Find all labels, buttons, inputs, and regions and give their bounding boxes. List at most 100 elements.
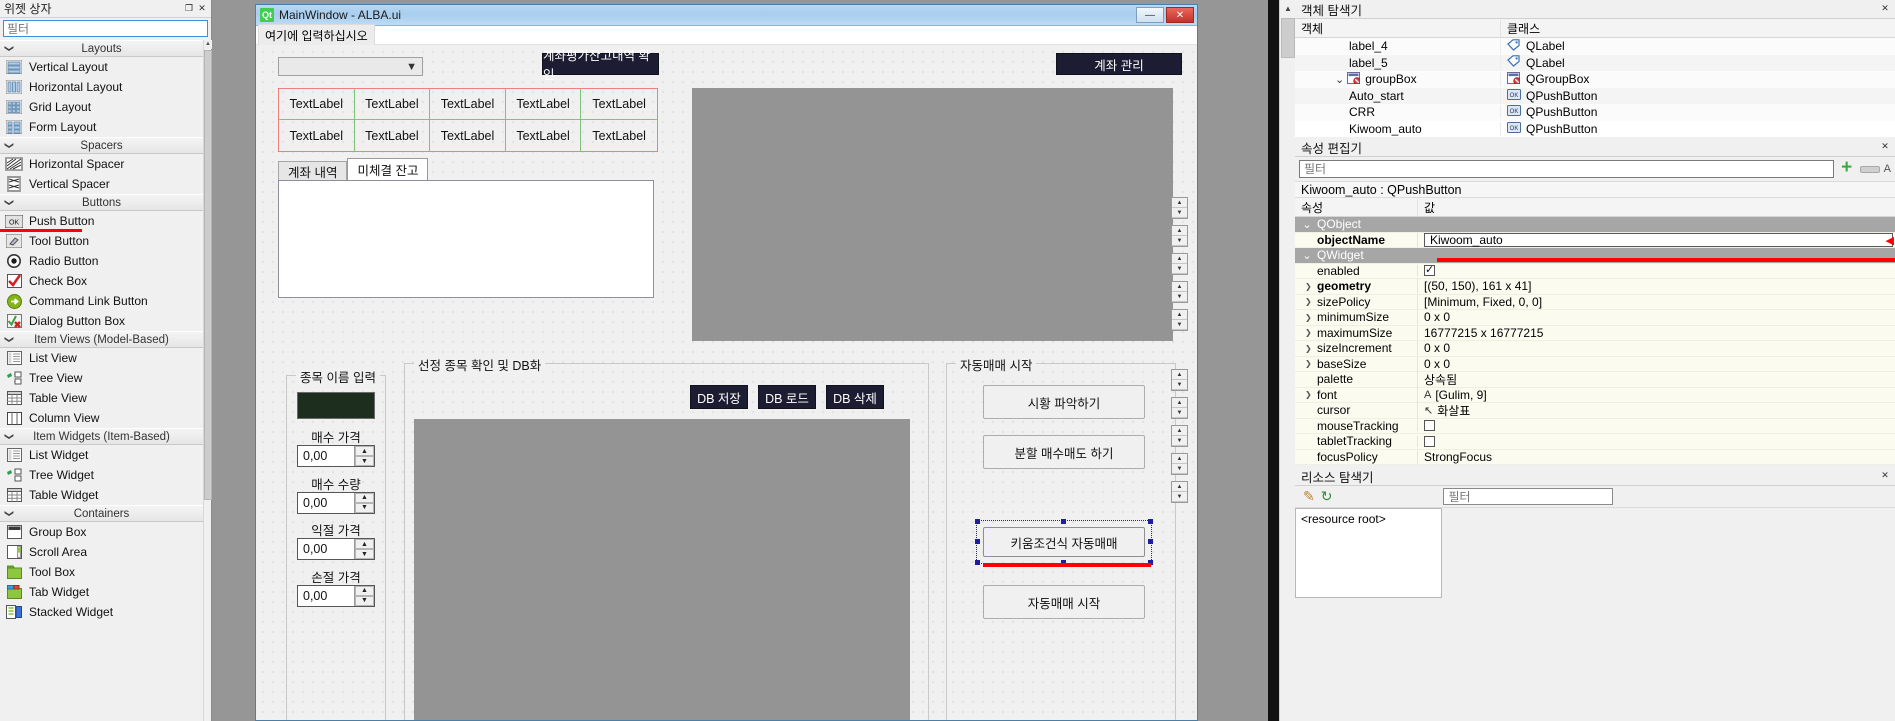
resource-root-item[interactable]: <resource root>: [1295, 508, 1442, 598]
account-manage-button[interactable]: 계좌 관리: [1056, 53, 1182, 75]
widget-box-item-scroll-area[interactable]: Scroll Area: [0, 542, 203, 562]
form-menu-bar[interactable]: 여기에 입력하십시오: [256, 23, 1197, 47]
mini-spinbox-3[interactable]: ▲ ▼: [1171, 253, 1188, 275]
stepper-down-icon[interactable]: ▼: [355, 549, 374, 559]
property-value-cell[interactable]: [Minimum, Fixed, 0, 0]: [1417, 294, 1895, 309]
spinbox-steppers[interactable]: ▲ ▼: [354, 446, 374, 466]
chevron-right-icon[interactable]: ❯: [1305, 344, 1315, 353]
stepper-down-icon[interactable]: ▼: [1172, 292, 1187, 302]
property-value-cell[interactable]: [1417, 263, 1895, 277]
property-row[interactable]: palette 상속됨: [1295, 370, 1895, 388]
stepper-up-icon[interactable]: ▲: [355, 492, 374, 503]
spinbox-steppers[interactable]: ▲ ▼: [354, 492, 374, 513]
stepper-up-icon[interactable]: ▲: [1172, 454, 1187, 464]
resize-handle-e[interactable]: [1148, 539, 1153, 544]
object-inspector-row[interactable]: label_5 QLabel: [1295, 54, 1895, 71]
stepper-up-icon[interactable]: ▲: [1172, 310, 1187, 320]
widget-box-list[interactable]: ❯ Layouts Vertical Layout Horizontal Layout…: [0, 40, 203, 721]
text-label[interactable]: TextLabel: [430, 89, 506, 120]
tab-1[interactable]: 계좌 내역: [278, 161, 348, 180]
object-inspector-row[interactable]: CRR OK QPushButton: [1295, 104, 1895, 121]
stepper-down-icon[interactable]: ▼: [1172, 208, 1187, 218]
spinbox-1[interactable]: 0,00 ▲ ▼: [297, 445, 375, 467]
stepper-down-icon[interactable]: ▼: [355, 595, 374, 606]
spinbox-2[interactable]: 0,00 ▲ ▼: [297, 491, 375, 514]
close-icon[interactable]: ✕: [1880, 142, 1890, 152]
widget-box-item-table-widget[interactable]: Table Widget: [0, 485, 203, 505]
stepper-up-icon[interactable]: ▲: [355, 539, 374, 549]
property-value-cell[interactable]: [(50, 150), 161 x 41]: [1417, 279, 1895, 294]
mini-spinbox-8[interactable]: ▲ ▼: [1171, 425, 1188, 447]
tab-2[interactable]: 미체결 잔고: [347, 158, 429, 180]
auto-start-button[interactable]: 자동매매 시작: [983, 585, 1145, 619]
stock-name-input[interactable]: [297, 392, 375, 419]
widget-box-item-group-box[interactable]: Group Box: [0, 522, 203, 542]
property-row[interactable]: ❯ geometry [(50, 150), 161 x 41]: [1295, 279, 1895, 295]
stepper-up-icon[interactable]: ▲: [1172, 198, 1187, 208]
stepper-up-icon[interactable]: ▲: [1172, 254, 1187, 264]
widget-box-item-horizontal-spacer[interactable]: Horizontal Spacer: [0, 154, 203, 174]
property-value-cell[interactable]: 0 x 0: [1417, 341, 1895, 356]
db-load-button[interactable]: DB 로드: [758, 385, 816, 409]
property-editor-table[interactable]: ⌄ QObject objectName Kiwoom_auto ◀ ⌄ QWidget en…: [1295, 217, 1895, 465]
menubar-placeholder[interactable]: 여기에 입력하십시오: [258, 23, 375, 47]
text-label[interactable]: TextLabel: [506, 120, 582, 151]
property-value-cell[interactable]: A [Gulim, 9]: [1417, 387, 1895, 402]
property-row[interactable]: ❯ sizeIncrement 0 x 0: [1295, 341, 1895, 357]
widget-box-scrollbar[interactable]: ▲: [203, 40, 212, 721]
chevron-down-icon[interactable]: ⌄: [1299, 249, 1315, 262]
stepper-up-icon[interactable]: ▲: [1172, 426, 1187, 436]
minus-icon[interactable]: [1859, 165, 1880, 173]
stepper-down-icon[interactable]: ▼: [1172, 408, 1187, 418]
widget-box-item-tool-button[interactable]: Tool Button: [0, 231, 203, 251]
widget-box-group-header[interactable]: ❯ Containers: [0, 505, 203, 522]
mini-spinbox-10[interactable]: ▲ ▼: [1171, 481, 1188, 503]
chevron-down-icon[interactable]: ⌄: [1335, 73, 1344, 86]
refresh-icon[interactable]: ↻: [1321, 488, 1333, 505]
property-row[interactable]: focusPolicy StrongFocus: [1295, 449, 1895, 465]
widget-box-group-header[interactable]: ❯ Spacers: [0, 137, 203, 154]
text-label[interactable]: TextLabel: [581, 120, 657, 151]
text-label[interactable]: TextLabel: [430, 120, 506, 151]
scroll-thumb[interactable]: [204, 50, 212, 500]
chevron-right-icon[interactable]: ❯: [1305, 390, 1315, 399]
widget-box-item-vertical-spacer[interactable]: Vertical Spacer: [0, 174, 203, 194]
chevron-right-icon[interactable]: ❯: [1305, 297, 1315, 306]
mini-spinbox-7[interactable]: ▲ ▼: [1171, 397, 1188, 419]
object-name-editor[interactable]: Kiwoom_auto: [1424, 232, 1893, 247]
chevron-right-icon[interactable]: ❯: [1305, 328, 1315, 337]
widget-box-item-tab-widget[interactable]: Tab Widget: [0, 582, 203, 602]
text-label[interactable]: TextLabel: [354, 89, 431, 120]
property-row[interactable]: ❯ minimumSize 0 x 0: [1295, 310, 1895, 326]
widget-box-item-list-view[interactable]: List View: [0, 348, 203, 368]
chevron-right-icon[interactable]: ❯: [1305, 282, 1315, 291]
widget-box-item-vertical-layout[interactable]: Vertical Layout: [0, 57, 203, 77]
widget-box-item-horizontal-layout[interactable]: Horizontal Layout: [0, 77, 203, 97]
checkbox[interactable]: [1424, 435, 1435, 447]
stepper-up-icon[interactable]: ▲: [355, 585, 374, 596]
property-value-cell[interactable]: Kiwoom_auto: [1417, 232, 1895, 247]
property-row[interactable]: ❯ sizePolicy [Minimum, Fixed, 0, 0]: [1295, 294, 1895, 310]
object-inspector-row[interactable]: label_4 QLabel: [1295, 38, 1895, 55]
chevron-right-icon[interactable]: ❯: [1305, 359, 1315, 368]
widget-box-item-check-box[interactable]: Check Box: [0, 271, 203, 291]
check-balance-button[interactable]: 계좌평가잔고내역 확인: [542, 49, 659, 82]
widget-box-item-list-widget[interactable]: List Widget: [0, 445, 203, 465]
object-inspector-row[interactable]: ⌄ groupBox QGroupBox: [1295, 71, 1895, 88]
stepper-up-icon[interactable]: ▲: [1172, 226, 1187, 236]
property-value-cell[interactable]: StrongFocus: [1417, 449, 1895, 464]
widget-box-group-header[interactable]: ❯ Buttons: [0, 194, 203, 211]
close-icon[interactable]: ✕: [1880, 4, 1890, 14]
property-value-cell[interactable]: ↖ 화살표: [1417, 401, 1895, 419]
kiwoom-auto-button[interactable]: 키움조건식 자동매매: [983, 527, 1145, 557]
text-label[interactable]: TextLabel: [581, 89, 657, 120]
widget-box-item-column-view[interactable]: Column View: [0, 408, 203, 428]
widget-box-item-push-button[interactable]: OK Push Button: [0, 211, 203, 232]
widget-box-group-header[interactable]: ❯ Item Widgets (Item-Based): [0, 428, 203, 445]
object-inspector-row[interactable]: Auto_start OK QPushButton: [1295, 87, 1895, 104]
widget-box-item-command-link-button[interactable]: Command Link Button: [0, 291, 203, 311]
resize-handle-w[interactable]: [975, 539, 980, 544]
chevron-down-icon[interactable]: ⌄: [1299, 218, 1315, 231]
db-delete-button[interactable]: DB 삭제: [826, 385, 884, 409]
property-row[interactable]: ❯ baseSize 0 x 0: [1295, 356, 1895, 372]
